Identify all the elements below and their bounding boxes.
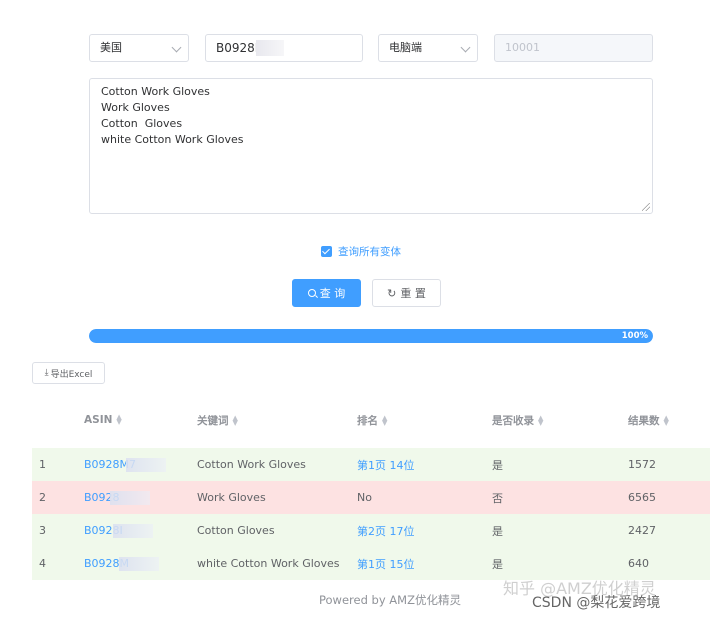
- column-header-asin[interactable]: ASIN ▲ ▼: [84, 414, 197, 427]
- blurred-redaction: [126, 457, 167, 472]
- table-body: 1 B0928M7 Cotton Work Gloves 第1页 14位是 1572 2 B…: [32, 448, 710, 580]
- watermark-csdn: CSDN @梨花爱跨境: [532, 595, 661, 611]
- header-label: ASIN: [84, 414, 113, 426]
- reset-button-label: 重 置: [400, 287, 426, 300]
- query-button-label: 查 询: [319, 287, 346, 300]
- sort-icon[interactable]: ▲ ▼: [382, 414, 387, 426]
- column-header-rank[interactable]: 排名 ▲ ▼: [357, 413, 492, 428]
- progress-bar: 100%: [89, 329, 653, 343]
- country-value: 美国: [100, 41, 122, 54]
- table-header: ASIN ▲ ▼ 关键词 ▲ ▼ 排名 ▲ ▼ 是否收录 ▲ ▼ 结果数 ▲ ▼: [32, 402, 710, 438]
- rank-cell[interactable]: 第1页 14位: [357, 457, 492, 473]
- asin-link-cell[interactable]: B0928: [84, 490, 197, 505]
- indexed-cell: 是: [492, 557, 503, 571]
- column-header-keyword[interactable]: 关键词 ▲ ▼: [197, 413, 357, 428]
- header-label: 结果数: [628, 414, 660, 427]
- refresh-icon: ↻: [387, 286, 397, 300]
- keyword-cell: white Cotton Work Gloves: [197, 557, 340, 570]
- rank-cell[interactable]: 第1页 15位: [357, 556, 492, 572]
- keyword-cell: Work Gloves: [197, 491, 266, 504]
- blurred-redaction: [109, 490, 150, 505]
- export-button-label: 导出Excel: [50, 369, 93, 380]
- rank-cell: No: [357, 491, 372, 504]
- chevron-down-icon: [171, 42, 182, 53]
- asin-link-cell[interactable]: B0928M: [84, 556, 197, 571]
- table-row: 2 B0928 Work Gloves No 否 6565: [32, 481, 710, 514]
- row-index: 1: [39, 458, 46, 471]
- results-count-cell: 2427: [628, 524, 656, 537]
- device-select[interactable]: 电脑端: [378, 34, 478, 62]
- progress-fill: 100%: [89, 329, 653, 343]
- search-icon: [307, 289, 316, 297]
- results-count-cell: 1572: [628, 458, 656, 471]
- query-button[interactable]: 查 询: [292, 279, 361, 307]
- blurred-redaction: [256, 40, 284, 56]
- zipcode-placeholder: 10001: [505, 41, 540, 54]
- blurred-redaction: [119, 556, 160, 571]
- keyword-line: Cotton Work Gloves: [101, 85, 210, 98]
- sort-icon[interactable]: ▲ ▼: [233, 414, 238, 426]
- indexed-cell: 是: [492, 458, 503, 472]
- checkbox-checked-icon[interactable]: [321, 245, 332, 257]
- query-all-variants-option[interactable]: 查询所有变体: [321, 244, 401, 258]
- country-select[interactable]: 美国: [89, 34, 189, 62]
- blurred-redaction: [112, 523, 153, 538]
- keywords-textarea[interactable]: Cotton Work Gloves Work Gloves Cotton Gl…: [89, 78, 653, 214]
- keyword-cell: Cotton Gloves: [197, 524, 275, 537]
- column-header-results[interactable]: 结果数 ▲ ▼: [628, 413, 710, 428]
- query-all-variants-label: 查询所有变体: [338, 245, 401, 258]
- header-label: 关键词: [197, 414, 229, 427]
- progress-label: 100%: [621, 331, 648, 341]
- sort-icon[interactable]: ▲ ▼: [116, 414, 121, 426]
- sort-icon[interactable]: ▲ ▼: [664, 414, 669, 426]
- zipcode-input[interactable]: 10001: [494, 34, 653, 62]
- asin-input[interactable]: B0928M: [205, 34, 363, 62]
- resize-handle-icon[interactable]: [642, 203, 650, 211]
- download-icon: ⤓: [44, 368, 49, 378]
- results-count-cell: 6565: [628, 491, 656, 504]
- header-label: 是否收录: [492, 414, 534, 427]
- column-header-indexed[interactable]: 是否收录 ▲ ▼: [492, 413, 628, 428]
- indexed-cell: 是: [492, 524, 503, 538]
- table-row: 1 B0928M7 Cotton Work Gloves 第1页 14位是 1572: [32, 448, 710, 481]
- keyword-line: Work Gloves: [101, 101, 170, 114]
- chevron-down-icon: [460, 42, 471, 53]
- row-index: 2: [39, 491, 46, 504]
- reset-button[interactable]: ↻ 重 置: [372, 279, 441, 307]
- results-table: ASIN ▲ ▼ 关键词 ▲ ▼ 排名 ▲ ▼ 是否收录 ▲ ▼ 结果数 ▲ ▼ 1 B0928M7 C…: [32, 402, 710, 580]
- keyword-line: white Cotton Work Gloves: [101, 133, 244, 146]
- row-index: 3: [39, 524, 46, 537]
- keyword-cell: Cotton Work Gloves: [197, 458, 306, 471]
- rank-cell[interactable]: 第2页 17位: [357, 523, 492, 539]
- asin-link-cell[interactable]: B0928M7: [84, 457, 197, 472]
- table-row: 3 B0928I Cotton Gloves 第2页 17位是 2427: [32, 514, 710, 547]
- sort-icon[interactable]: ▲ ▼: [538, 414, 543, 426]
- results-count-cell: 640: [628, 557, 649, 570]
- filter-row: 美国 B0928M 电脑端 10001: [89, 34, 653, 62]
- export-excel-button[interactable]: ⤓ 导出Excel: [32, 362, 105, 384]
- asin-link-cell[interactable]: B0928I: [84, 523, 197, 538]
- device-value: 电脑端: [389, 41, 422, 54]
- row-index: 4: [39, 557, 46, 570]
- indexed-cell: 否: [492, 491, 503, 505]
- keyword-line: Cotton Gloves: [101, 117, 183, 130]
- header-label: 排名: [357, 414, 378, 427]
